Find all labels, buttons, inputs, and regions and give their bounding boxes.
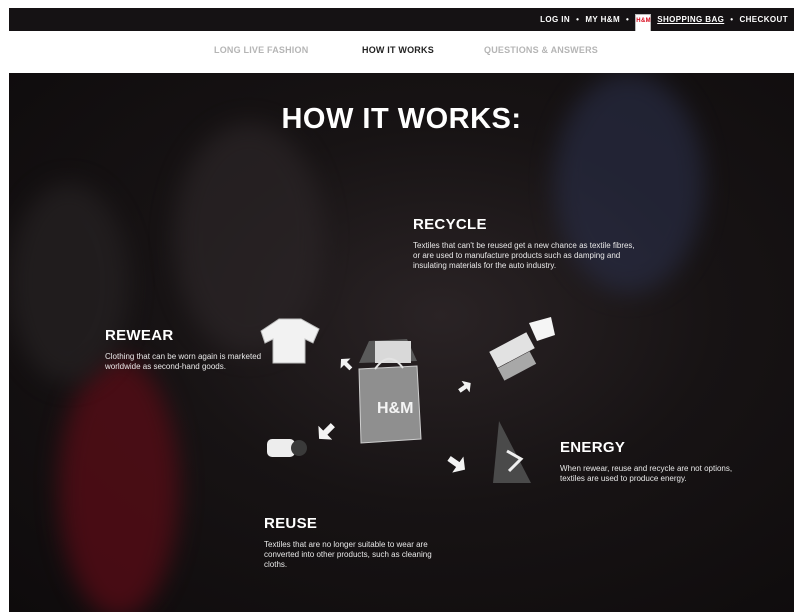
separator: • [576, 15, 580, 24]
shoes-icon [489, 317, 555, 381]
recycle-section: RECYCLE Textiles that can't be reused ge… [413, 216, 641, 271]
energy-text: When rewear, reuse and recycle are not o… [560, 464, 733, 483]
tab-long-live-fashion[interactable]: LONG LIVE FASHION [214, 45, 308, 55]
bag-logo: H&M [377, 400, 413, 417]
rewear-text: Clothing that can be worn again is marke… [105, 352, 262, 371]
shopping-bag-illustration: H&M [358, 339, 422, 444]
page-title: HOW IT WORKS: [281, 103, 522, 135]
top-bar: LOG IN • MY H&M • H&M SHOPPING BAG • CHE… [9, 8, 794, 32]
reuse-section: REUSE Textiles that are no longer suitab… [264, 515, 449, 570]
sock-icon [267, 439, 307, 457]
background-figure-red [59, 358, 179, 612]
rewear-heading: REWEAR [105, 327, 174, 344]
log-in-link[interactable]: LOG IN [540, 15, 570, 24]
shirt-icon [260, 318, 320, 364]
energy-icon [493, 421, 531, 483]
sub-navigation: LONG LIVE FASHION HOW IT WORKS QUESTIONS… [9, 31, 794, 74]
checkout-link[interactable]: CHECKOUT [739, 15, 788, 24]
rewear-section: REWEAR Clothing that can be worn again i… [105, 327, 265, 372]
my-hm-link[interactable]: MY H&M [585, 15, 620, 24]
tab-how-it-works[interactable]: HOW IT WORKS [362, 45, 434, 55]
how-it-works-hero: HOW IT WORKS: RECYCLE Textiles that can'… [9, 73, 794, 612]
energy-heading: ENERGY [560, 439, 626, 456]
separator: • [730, 15, 734, 24]
recycle-heading: RECYCLE [413, 216, 487, 233]
reuse-text: Textiles that are no longer suitable to … [264, 540, 432, 569]
bag-icon-logo: H&M [636, 17, 652, 24]
tab-questions-answers[interactable]: QUESTIONS & ANSWERS [484, 45, 598, 55]
shopping-bag-icon[interactable]: H&M [635, 13, 652, 32]
separator: • [626, 15, 630, 24]
recycle-text: Textiles that can't be reused get a new … [413, 241, 635, 270]
reuse-heading: REUSE [264, 515, 318, 532]
energy-section: ENERGY When rewear, reuse and recycle ar… [560, 439, 735, 484]
recycling-illustration: H&M [260, 317, 555, 483]
top-links: LOG IN • MY H&M • H&M SHOPPING BAG • CHE… [540, 8, 788, 32]
page: LOG IN • MY H&M • H&M SHOPPING BAG • CHE… [0, 0, 794, 612]
shopping-bag-link[interactable]: SHOPPING BAG [657, 15, 724, 24]
